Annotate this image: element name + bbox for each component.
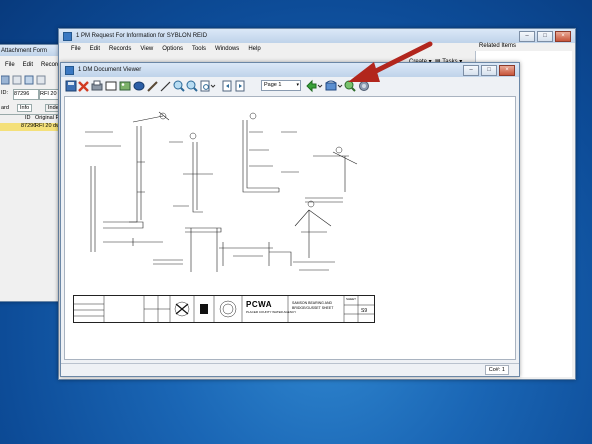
annotation-arrow bbox=[348, 41, 433, 82]
